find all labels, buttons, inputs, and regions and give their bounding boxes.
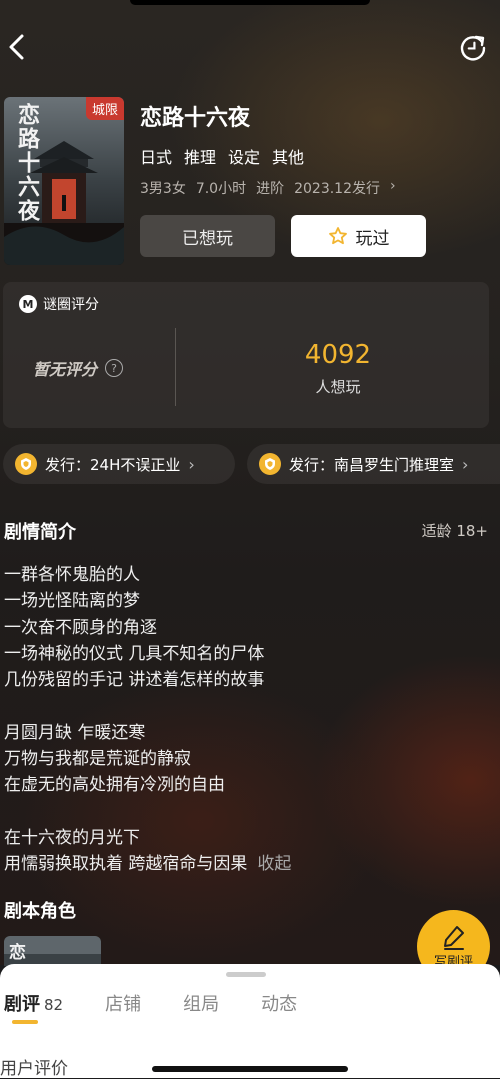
synopsis-line: 在十六夜的月光下 <box>4 827 140 848</box>
synopsis-line: 一场光怪陆离的梦 <box>4 591 140 612</box>
drag-handle[interactable] <box>226 972 266 977</box>
rating-divider <box>175 328 176 406</box>
script-meta[interactable]: 3男3女 7.0小时 进阶 2023.12发行 › <box>140 178 396 198</box>
pen-icon <box>443 926 464 950</box>
publisher-badge-icon <box>15 453 37 475</box>
tab-bar: 剧评 82 店铺 组局 动态 <box>4 990 339 1024</box>
no-rating-label: 暂无评分 <box>33 360 98 379</box>
cover-title: 恋路十六夜 <box>14 103 39 223</box>
genre-tag[interactable]: 设定 <box>228 144 260 168</box>
cover-tag: 城限 <box>85 97 124 120</box>
tab-stores[interactable]: 店铺 <box>105 990 141 1016</box>
duration: 7.0小时 <box>195 181 247 197</box>
want-count-label: 人想玩 <box>315 378 361 396</box>
review-count: 82 <box>44 996 64 1014</box>
synopsis-last-line: 用懦弱换取执着 跨越宿命与因果 收起 <box>4 851 291 877</box>
user-reviews-title: 用户评价 <box>0 1059 68 1079</box>
tab-label: 剧评 <box>4 994 40 1015</box>
tab-activity[interactable]: 动态 <box>261 990 297 1016</box>
rating-card: M 谜圈评分 暂无评分 ? 4092 人想玩 <box>3 282 489 428</box>
refresh-button[interactable] <box>458 32 488 62</box>
script-title: 恋路十六夜 <box>140 106 251 131</box>
chevron-right-icon: › <box>188 454 195 474</box>
age-rating: 适龄 18+ <box>421 522 488 540</box>
home-indicator <box>152 1066 348 1072</box>
synopsis-text: 一群各怀鬼胎的人 一场光怪陆离的梦 一次奋不顾身的角逐 一场神秘的仪式 几具不知… <box>4 562 291 878</box>
release-date: 2023.12发行 <box>294 181 380 197</box>
publisher-chip[interactable]: 发行：南昌罗生门推理室 › <box>247 444 500 484</box>
no-rating: 暂无评分 ? <box>33 356 124 380</box>
script-cover[interactable]: 恋路十六夜 城限 <box>4 97 124 265</box>
synopsis-line: 在虚无的高处拥有冷冽的自由 <box>4 775 225 796</box>
publisher-label: 发行：南昌罗生门推理室 <box>289 455 455 474</box>
synopsis-line: 一场神秘的仪式 几具不知名的尸体 <box>4 643 265 664</box>
played-button[interactable]: 玩过 <box>291 215 426 257</box>
chevron-right-icon: › <box>462 454 469 474</box>
collapse-link[interactable]: 收起 <box>257 854 291 874</box>
miquan-logo-icon: M <box>19 295 37 313</box>
synopsis-line: 一群各怀鬼胎的人 <box>4 565 140 585</box>
synopsis-line: 用懦弱换取执着 跨越宿命与因果 <box>4 854 248 875</box>
synopsis-line <box>4 693 291 719</box>
wanted-button[interactable]: 已想玩 <box>140 215 275 257</box>
rating-header: M 谜圈评分 <box>19 294 99 314</box>
synopsis-line: 一次奋不顾身的角逐 <box>4 617 157 638</box>
played-label: 玩过 <box>355 228 390 249</box>
synopsis-title: 剧情简介 <box>4 522 76 543</box>
tab-reviews[interactable]: 剧评 82 <box>4 990 64 1024</box>
synopsis-line: 月圆月缺 乍暖还寒 <box>4 722 146 743</box>
active-tab-indicator <box>12 1020 38 1024</box>
synopsis-line <box>4 799 291 825</box>
player-count: 3男3女 <box>140 181 186 197</box>
genre-tags: 日式 推理 设定 其他 <box>140 144 304 168</box>
publisher-label: 发行：24H不误正业 <box>45 455 181 474</box>
synopsis-line: 万物与我都是荒诞的静寂 <box>4 749 191 770</box>
bottom-sheet: 剧评 82 店铺 组局 动态 用户评价 <box>0 964 500 1079</box>
device-notch <box>130 0 370 5</box>
role-thumbnail[interactable]: 恋 <box>4 936 101 966</box>
rating-header-label: 谜圈评分 <box>43 297 99 313</box>
publisher-badge-icon <box>259 453 281 475</box>
synopsis-line: 几份残留的手记 讲述着怎样的故事 <box>4 670 265 691</box>
refresh-icon <box>460 35 486 61</box>
genre-tag[interactable]: 其他 <box>272 144 304 168</box>
genre-tag[interactable]: 推理 <box>184 144 216 168</box>
chevron-left-icon <box>9 34 24 60</box>
help-icon[interactable]: ? <box>105 359 124 377</box>
role-thumb-text: 恋 <box>9 943 26 963</box>
star-icon <box>328 227 347 245</box>
want-count: 4092 <box>304 340 372 370</box>
tab-groups[interactable]: 组局 <box>183 990 219 1016</box>
genre-tag[interactable]: 日式 <box>140 144 172 168</box>
back-button[interactable] <box>4 30 34 64</box>
chevron-right-icon: › <box>390 178 396 194</box>
difficulty: 进阶 <box>256 181 285 197</box>
publisher-chip[interactable]: 发行：24H不误正业 › <box>3 444 235 484</box>
roles-title: 剧本角色 <box>4 901 76 922</box>
